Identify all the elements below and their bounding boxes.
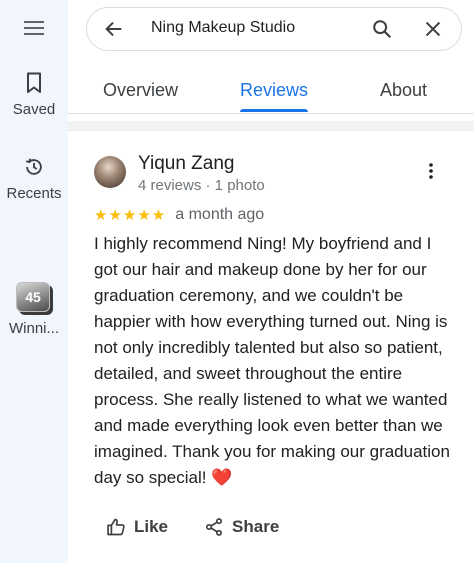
rail-item-saved-label: Saved (12, 101, 56, 118)
rail-item-recent-place[interactable]: 45 Winni... (0, 282, 68, 339)
like-label: Like (134, 517, 169, 536)
clear-search-button[interactable] (422, 18, 444, 45)
review-more-button[interactable] (428, 163, 434, 184)
star-rating: ★★★★★ (94, 207, 167, 224)
recent-place-thumbnail: 45 (16, 282, 50, 312)
tab-about[interactable]: About (380, 80, 427, 101)
reviewer-avatar[interactable] (94, 156, 126, 188)
reviewer-name[interactable]: Yiqun Zang (138, 153, 234, 175)
recent-place-label: Winni... (8, 320, 59, 337)
more-vert-icon (429, 163, 433, 179)
review-text: I highly recommend Ning! My boyfriend an… (94, 234, 450, 487)
share-button[interactable]: Share (204, 517, 279, 537)
share-icon (206, 518, 223, 536)
tab-overview[interactable]: Overview (103, 80, 178, 101)
arrow-back-icon (105, 21, 122, 37)
share-label: Share (232, 517, 280, 536)
review-rating-row: ★★★★★ a month ago (94, 206, 264, 224)
review-date: a month ago (175, 206, 265, 223)
review-actions: Like Share (106, 517, 279, 537)
tab-reviews[interactable]: Reviews (240, 80, 308, 101)
recent-place-badge: 45 (25, 289, 41, 305)
close-icon (425, 21, 441, 37)
tabs-divider (68, 113, 474, 114)
back-button[interactable] (103, 18, 125, 45)
maps-place-panel: Saved Recents 45 Winni... Ning Makeup St… (0, 0, 474, 563)
search-input[interactable]: Ning Makeup Studio (151, 19, 295, 37)
search-box: Ning Makeup Studio (86, 7, 462, 51)
rail-item-recents[interactable]: Recents (0, 156, 68, 204)
rail-item-recents-label: Recents (6, 185, 62, 202)
rail-item-saved[interactable]: Saved (0, 72, 68, 120)
active-tab-indicator (240, 109, 308, 112)
like-button[interactable]: Like (106, 517, 168, 537)
hamburger-menu-icon (24, 21, 44, 35)
place-tabs: Overview Reviews About (68, 70, 474, 114)
section-separator (68, 121, 474, 131)
search-icon (373, 20, 392, 39)
left-nav-rail: Saved Recents 45 Winni... (0, 0, 68, 563)
history-icon (26, 158, 42, 175)
thumb-up-icon (107, 518, 125, 536)
bookmark-icon (27, 72, 41, 93)
menu-button[interactable] (20, 16, 48, 40)
reviewer-meta: 4 reviews · 1 photo (138, 177, 265, 194)
search-button[interactable] (371, 18, 393, 45)
